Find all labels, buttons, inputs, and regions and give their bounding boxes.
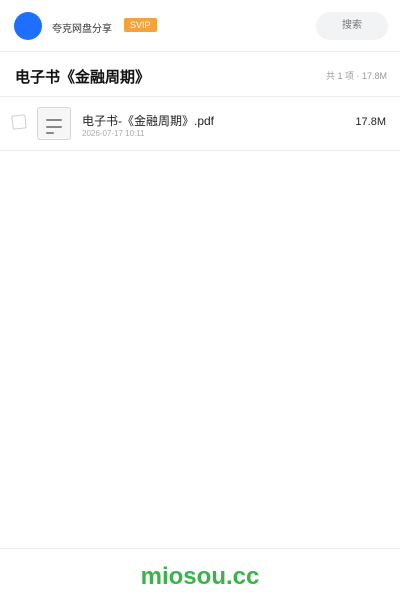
file-date: 2026-07-17 10:11 [82,129,145,138]
search-input[interactable] [316,12,388,40]
folder-header: 电子书《金融周期》 共 1 项 · 17.8M [0,52,400,97]
item-summary: 共 1 项 · 17.8M [325,71,387,81]
brand-name: 夸克网盘分享 [52,24,112,35]
top-bar: 夸克网盘分享 SVIP [0,0,400,52]
file-size: 17.8M [355,116,386,128]
footer: miosou.cc [0,548,400,600]
select-checkbox[interactable] [11,114,27,130]
svip-badge: SVIP [124,18,157,32]
page-title: 电子书《金融周期》 [15,69,151,86]
document-icon [37,107,71,140]
footer-site-link[interactable]: miosou.cc [0,563,400,591]
avatar[interactable] [14,12,42,40]
list-item[interactable]: 电子书-《金融周期》.pdf 2026-07-17 10:11 17.8M [0,97,400,151]
file-name[interactable]: 电子书-《金融周期》.pdf [82,112,214,129]
